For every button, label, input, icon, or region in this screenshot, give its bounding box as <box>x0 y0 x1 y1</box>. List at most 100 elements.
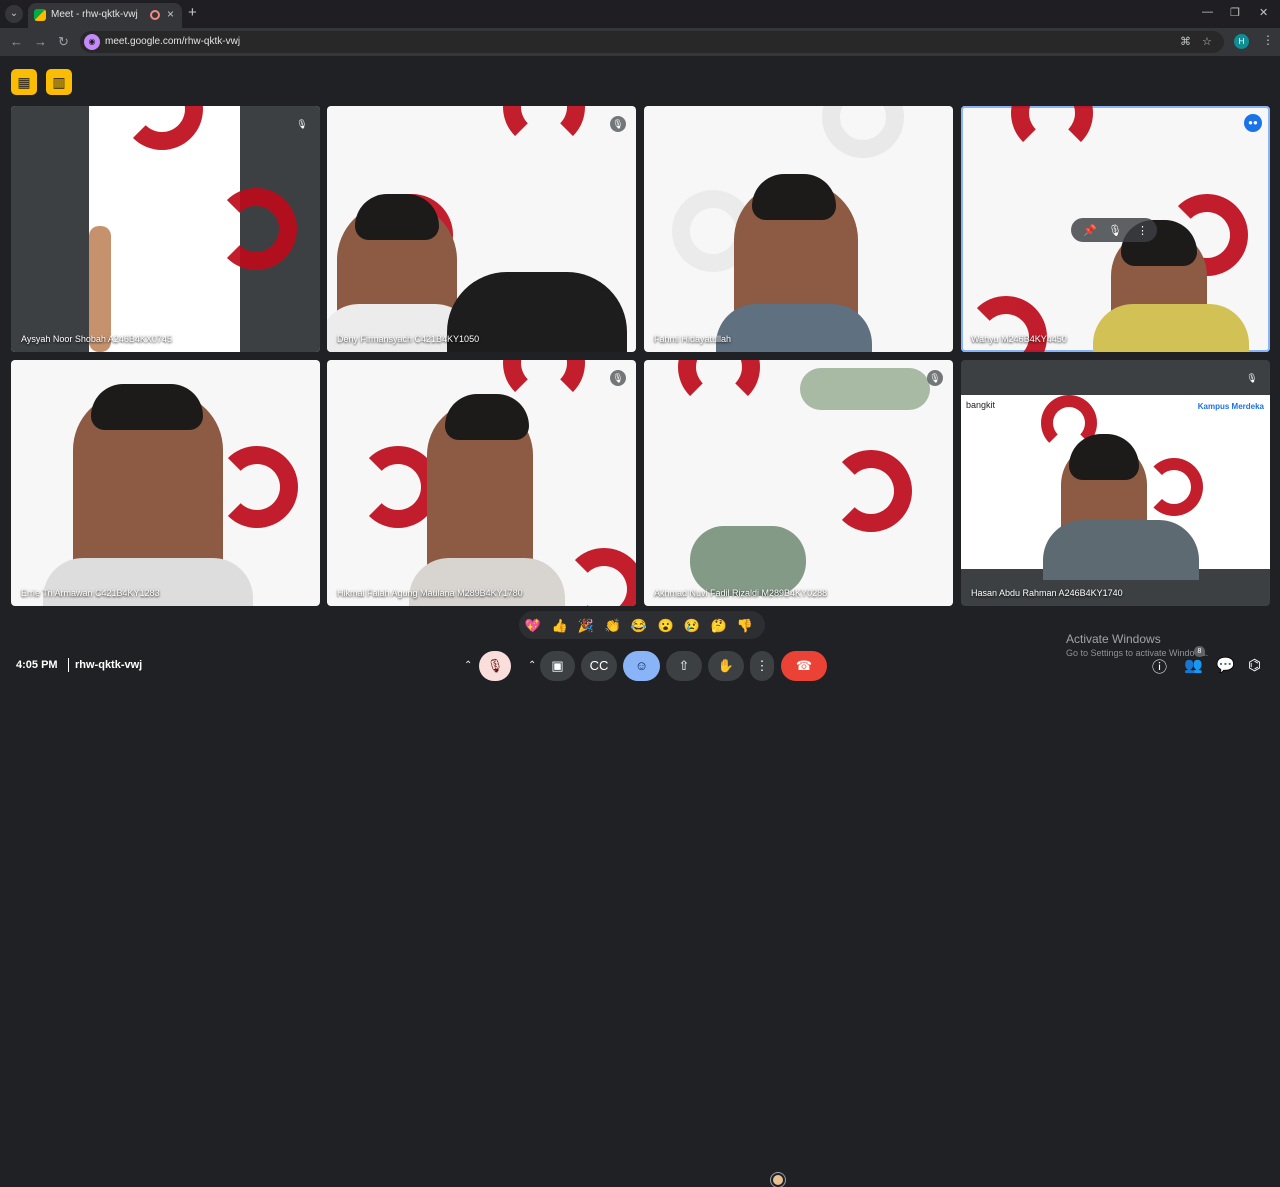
bangkit-ring <box>503 360 585 404</box>
mic-off-icon: 🎙 <box>1244 370 1260 386</box>
bangkit-ring <box>121 106 203 150</box>
bangkit-ring <box>822 106 904 158</box>
meet-stage: ▦ ▥ 🎙 Aysyah Noor Shobah A246B4KX0745 🎙 … <box>0 56 1280 1187</box>
participant-name: Hikmal Falah Agung Maulana M289B4KY1780 <box>337 588 523 598</box>
heart-reaction-button[interactable]: 💖 <box>523 616 543 636</box>
tile-hover-controls: 📌 🎙 ⋮ <box>1071 218 1157 242</box>
bookmark-star-icon[interactable]: ☆ <box>1202 35 1212 48</box>
mic-off-icon: 🎙 <box>610 370 626 386</box>
participant-tile[interactable]: 🎙 Akhmad Nuvi Fadil Rizaldi M289B4KY0288 <box>644 360 953 606</box>
audio-options-chevron-icon[interactable]: ⌃ <box>464 660 472 671</box>
recording-icon <box>150 10 160 20</box>
video-artifact <box>690 526 806 596</box>
bangkit-logo: bangkit <box>966 400 996 410</box>
audio-level-icon: ●● <box>1244 114 1262 132</box>
participant-tile[interactable]: bangkit Kampus Merdeka 🎙 Hasan Abdu Rahm… <box>961 360 1270 606</box>
participant-name: Akhmad Nuvi Fadil Rizaldi M289B4KY0288 <box>654 588 828 598</box>
camera-button[interactable]: ▣ <box>540 651 575 681</box>
mic-off-icon: 🎙 <box>610 116 626 132</box>
raise-hand-button[interactable]: ✋ <box>708 651 744 681</box>
reactions-button[interactable]: ☺ <box>623 651 660 681</box>
participant-video <box>43 384 253 606</box>
participant-video <box>409 394 565 606</box>
bangkit-ring <box>830 450 912 532</box>
people-icon[interactable]: 👥 <box>1184 656 1203 674</box>
site-info-icon[interactable]: ◉ <box>84 34 100 50</box>
back-icon[interactable]: ← <box>10 34 23 49</box>
leave-call-button[interactable]: ☎ <box>781 651 827 681</box>
clap-reaction-button[interactable]: 👏 <box>603 616 623 636</box>
close-tab-icon[interactable]: × <box>167 7 174 21</box>
participant-tile[interactable]: 🎙 Hikmal Falah Agung Maulana M289B4KY178… <box>327 360 636 606</box>
bangkit-ring <box>1145 458 1203 516</box>
restore-icon[interactable]: ❐ <box>1230 6 1240 19</box>
participant-tile-speaking[interactable]: ●● 📌 🎙 ⋮ Wahyu M246B4KY4450 <box>961 106 1270 352</box>
windows-activation-title: Activate Windows <box>1066 632 1161 646</box>
reload-icon[interactable]: ↻ <box>58 34 69 50</box>
mute-participant-icon[interactable]: 🎙 <box>1108 224 1122 237</box>
laugh-reaction-button[interactable]: 😂 <box>629 616 649 636</box>
present-button[interactable]: ⇧ <box>666 651 702 681</box>
participant-tile[interactable]: Fahmi Hidayatullah <box>644 106 953 352</box>
participant-name: Hasan Abdu Rahman A246B4KY1740 <box>971 588 1123 598</box>
mic-off-icon: 🎙 <box>927 370 943 386</box>
meeting-code[interactable]: rhw-qktk-vwj <box>75 659 142 671</box>
active-tab[interactable]: Meet - rhw-qktk-vwj × <box>28 3 182 28</box>
no-video-layout-icon[interactable]: ▦ <box>11 69 37 95</box>
address-bar[interactable]: ◉ meet.google.com/rhw-qktk-vwj ⌘ ☆ <box>80 31 1224 53</box>
participant-name: Wahyu M246B4KY4450 <box>971 334 1067 344</box>
thumbs-up-reaction-button[interactable]: 👍 <box>550 616 570 636</box>
participant-video <box>327 194 475 352</box>
minimize-icon[interactable]: — <box>1202 6 1213 18</box>
profile-avatar[interactable]: H <box>1234 34 1249 49</box>
window-close-icon[interactable]: ✕ <box>1259 6 1268 19</box>
translate-icon[interactable]: ⌘ <box>1180 35 1191 48</box>
browser-toolbar: ← → ↻ ◉ meet.google.com/rhw-qktk-vwj ⌘ ☆… <box>0 28 1280 56</box>
party-reaction-button[interactable]: 🎉 <box>576 616 596 636</box>
surprised-reaction-button[interactable]: 😮 <box>656 616 676 636</box>
microphone-off-button[interactable]: 🎙 <box>479 651 511 681</box>
companion-mode-icon[interactable]: ▥ <box>46 69 72 95</box>
video-options-chevron-icon[interactable]: ⌃ <box>528 660 536 671</box>
reaction-bar: 💖 👍 🎉 👏 😂 😮 😢 🤔 👎 <box>519 611 786 1187</box>
thinking-reaction-button[interactable]: 🤔 <box>709 616 729 636</box>
browser-tab-strip: ⌄ Meet - rhw-qktk-vwj × + — ❐ ✕ <box>0 0 1280 28</box>
skin-tone-selector[interactable] <box>770 1172 786 1187</box>
participant-name: Errie Tri Armawan C421B4KY1283 <box>21 588 160 598</box>
meeting-time: 4:05 PM <box>16 659 58 671</box>
participant-tile[interactable]: 🎙 Deny Firmansyach C421B4KY1050 <box>327 106 636 352</box>
participant-name: Aysyah Noor Shobah A246B4KX0745 <box>21 334 172 344</box>
participant-name: Fahmi Hidayatullah <box>654 334 732 344</box>
bangkit-ring <box>1011 106 1093 154</box>
participant-tile[interactable]: Errie Tri Armawan C421B4KY1283 <box>11 360 320 606</box>
participant-name: Deny Firmansyach C421B4KY1050 <box>337 334 480 344</box>
meet-favicon-icon <box>34 9 46 21</box>
meeting-details-icon[interactable]: ⓘ <box>1152 656 1167 677</box>
participant-video <box>1093 220 1249 352</box>
browser-menu-icon[interactable]: ⋮ <box>1262 33 1274 47</box>
thumbs-down-reaction-button[interactable]: 👎 <box>735 616 755 636</box>
pin-icon[interactable]: 📌 <box>1083 224 1097 237</box>
participant-tile[interactable]: 🎙 Aysyah Noor Shobah A246B4KX0745 <box>11 106 320 352</box>
side-panel-left <box>11 106 89 352</box>
participant-count-badge: 8 <box>1194 646 1205 657</box>
tab-title: Meet - rhw-qktk-vwj <box>51 9 138 20</box>
bangkit-ring <box>678 360 760 408</box>
more-options-button[interactable]: ⋮ <box>750 651 774 681</box>
bangkit-ring <box>215 188 297 270</box>
url-text[interactable]: meet.google.com/rhw-qktk-vwj <box>105 36 240 47</box>
meeting-info-divider <box>68 658 69 672</box>
participant-video <box>716 174 872 352</box>
new-tab-icon[interactable]: + <box>188 4 197 21</box>
sad-reaction-button[interactable]: 😢 <box>682 616 702 636</box>
activities-icon[interactable]: ⌬ <box>1248 656 1261 674</box>
participant-video <box>1043 434 1199 580</box>
chat-icon[interactable]: 💬 <box>1216 656 1235 674</box>
bangkit-ring <box>216 446 298 528</box>
kampus-merdeka-logo: Kampus Merdeka <box>1197 402 1264 411</box>
captions-button[interactable]: CC <box>581 651 617 681</box>
forward-icon[interactable]: → <box>34 34 47 49</box>
more-options-icon[interactable]: ⋮ <box>1137 224 1148 237</box>
bangkit-ring <box>563 548 636 606</box>
tab-search-chevron-icon[interactable]: ⌄ <box>5 5 23 23</box>
